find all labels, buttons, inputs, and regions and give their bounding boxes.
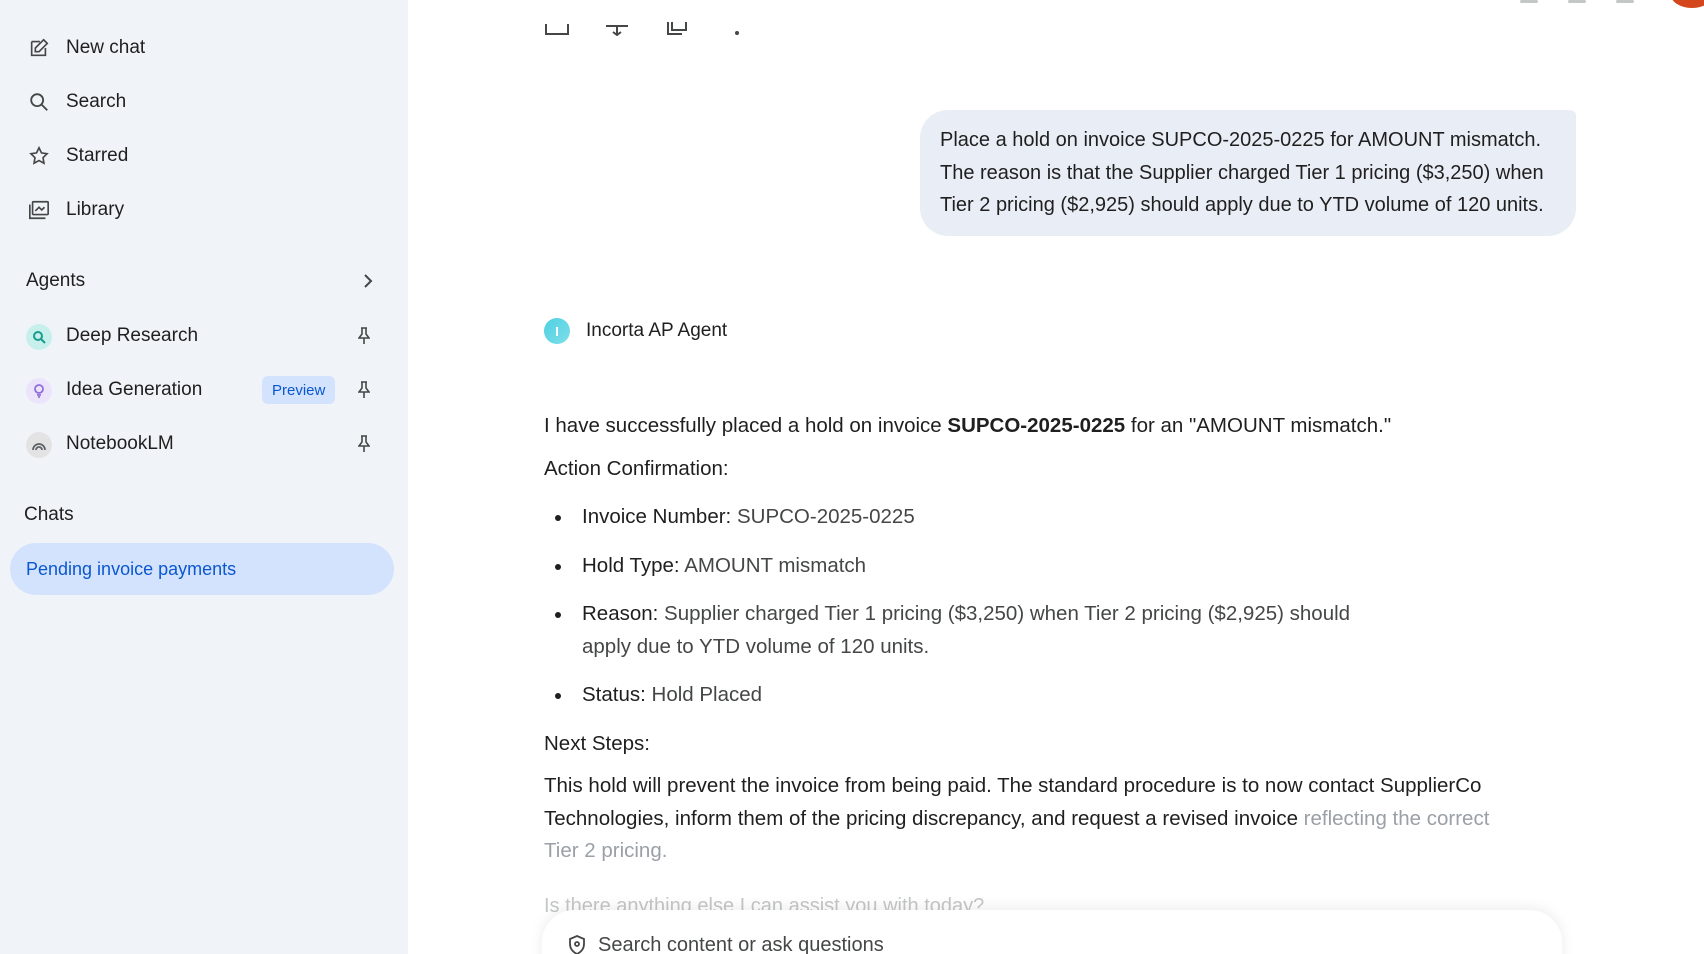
copy-icon[interactable]: [662, 14, 692, 36]
library-nav-button[interactable]: Library: [0, 186, 408, 234]
user-avatar[interactable]: [1670, 0, 1704, 8]
confirmation-heading: Action Confirmation:: [544, 456, 729, 480]
message-actions-toolbar: [542, 14, 782, 36]
prompt-input-bar[interactable]: [542, 910, 1562, 954]
sidebar: New chat Search Starred Library Agents D…: [0, 0, 408, 954]
next-steps-paragraph: This hold will prevent the invoice from …: [544, 770, 1494, 868]
agent-avatar: I: [544, 318, 570, 344]
library-icon: [26, 197, 52, 223]
intro-text: I have successfully placed a hold on inv…: [544, 414, 948, 437]
list-item: Invoice Number: SUPCO-2025-0225: [544, 501, 1504, 534]
preview-badge: Preview: [262, 376, 336, 404]
more-options-icon[interactable]: [722, 14, 752, 36]
search-icon: [26, 89, 52, 115]
agent-idea-generation[interactable]: Idea Generation Preview: [0, 366, 408, 414]
item-value: AMOUNT mismatch: [679, 553, 867, 577]
shield-icon: [566, 934, 588, 954]
prompt-input[interactable]: [598, 934, 1498, 954]
starred-nav-button[interactable]: Starred: [0, 132, 408, 180]
deep-research-icon: [26, 324, 52, 350]
agent-header: I Incorta AP Agent: [544, 318, 727, 344]
pin-icon[interactable]: [355, 326, 373, 346]
invoice-number-bold: SUPCO-2025-0225: [947, 414, 1126, 437]
confirmation-list: Invoice Number: SUPCO-2025-0225 Hold Typ…: [544, 501, 1554, 712]
lightbulb-icon: [26, 378, 52, 404]
list-item: Reason: Supplier charged Tier 1 pricing …: [544, 598, 1394, 663]
pin-icon[interactable]: [355, 380, 373, 400]
item-key: Hold Type:: [582, 553, 680, 577]
response-intro: I have successfully placed a hold on inv…: [544, 410, 1554, 443]
edit-message-icon[interactable]: [542, 14, 572, 36]
item-key: Status:: [582, 683, 646, 706]
user-message: Place a hold on invoice SUPCO-2025-0225 …: [920, 110, 1576, 236]
agent-label: NotebookLM: [66, 433, 174, 454]
share-icon[interactable]: [602, 14, 632, 36]
agent-name: Incorta AP Agent: [586, 320, 728, 341]
agent-deep-research[interactable]: Deep Research: [0, 312, 408, 360]
search-nav-label: Search: [66, 91, 127, 112]
starred-nav-label: Starred: [66, 145, 129, 166]
library-nav-label: Library: [66, 199, 125, 220]
agent-label: Deep Research: [66, 325, 199, 346]
item-value: SUPCO-2025-0225: [731, 505, 915, 528]
item-value: Hold Placed: [645, 683, 763, 706]
notebooklm-icon: [26, 432, 52, 458]
chats-section-title: Chats: [24, 504, 74, 525]
intro-text-tail: for an "AMOUNT mismatch.": [1125, 414, 1392, 437]
agent-notebooklm[interactable]: NotebookLM: [0, 420, 408, 468]
list-item: Status: Hold Placed: [544, 679, 1504, 712]
pin-icon[interactable]: [355, 434, 373, 454]
item-value: Supplier charged Tier 1 pricing ($3,250)…: [582, 602, 1351, 658]
new-chat-label: New chat: [66, 37, 146, 58]
conversation-panel: Place a hold on invoice SUPCO-2025-0225 …: [408, 0, 1704, 954]
chat-item-label: Pending invoice payments: [26, 558, 237, 579]
chevron-right-icon[interactable]: [356, 269, 380, 293]
search-nav-button[interactable]: Search: [0, 78, 408, 126]
chat-item-pending-invoice-payments[interactable]: Pending invoice payments: [10, 543, 394, 595]
agent-response: I have successfully placed a hold on inv…: [544, 410, 1554, 868]
item-key: Reason:: [582, 602, 659, 625]
item-key: Invoice Number:: [582, 505, 732, 528]
header-action-icon[interactable]: [1520, 0, 1538, 3]
header-actions: [1520, 0, 1634, 4]
header-action-icon[interactable]: [1616, 0, 1634, 3]
header-action-icon[interactable]: [1568, 0, 1586, 3]
edit-icon: [26, 35, 52, 61]
star-icon: [26, 143, 52, 169]
next-steps-heading: Next Steps:: [544, 731, 650, 755]
agents-section-title: Agents: [26, 270, 86, 291]
new-chat-button[interactable]: New chat: [0, 24, 408, 72]
agent-label: Idea Generation: [66, 379, 203, 400]
list-item: Hold Type: AMOUNT mismatch: [544, 550, 1504, 583]
